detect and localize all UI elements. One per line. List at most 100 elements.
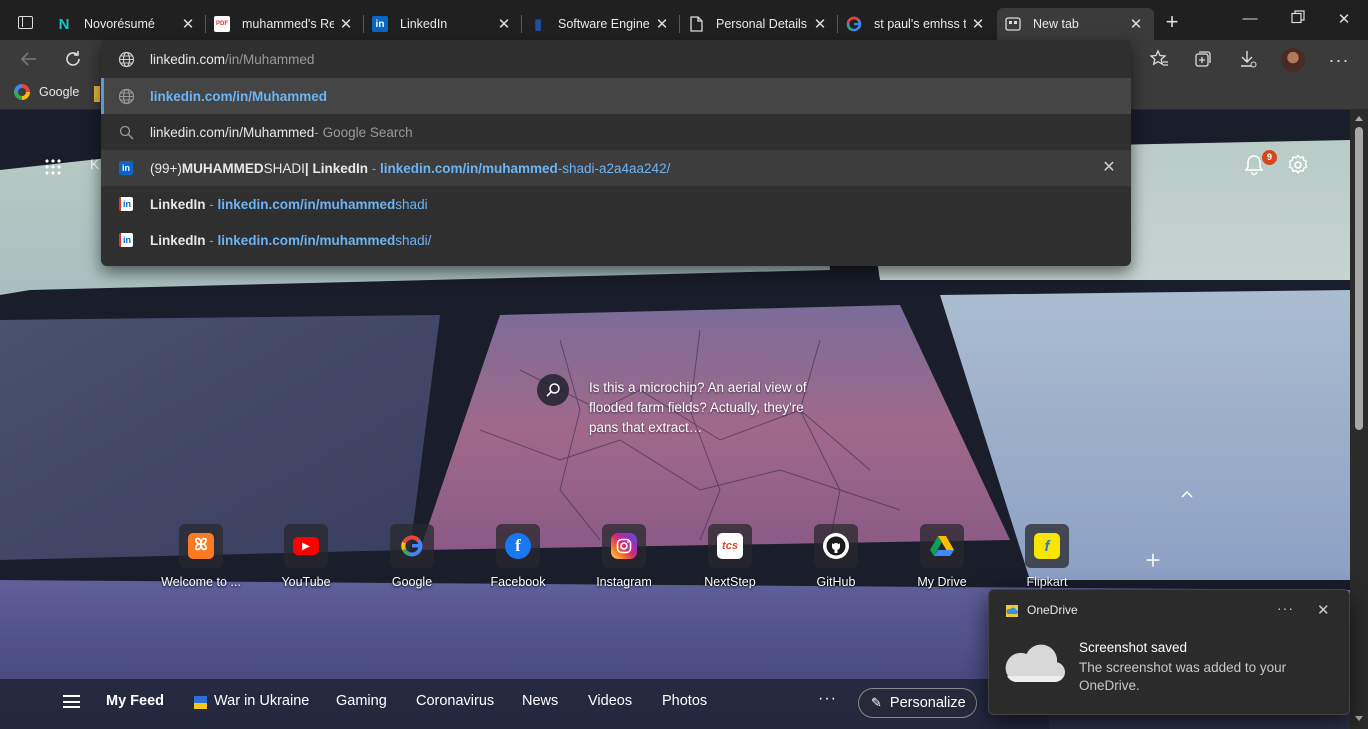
downloads-icon[interactable]	[1237, 49, 1259, 71]
quick-link-google[interactable]: Google	[364, 524, 460, 589]
quick-link-label: Welcome to ...	[161, 575, 241, 589]
tab-actions-icon	[18, 16, 33, 29]
notifications-bell-icon[interactable]	[1244, 154, 1264, 176]
suggestion-linkedin-profile[interactable]: in (99+) MUHAMMED SHADI | LinkedIn - lin…	[101, 150, 1131, 186]
suggestion-linkedin-shadi-slash[interactable]: in LinkedIn - linkedin.com/in/muhammed sh…	[101, 222, 1131, 258]
suggestion-search[interactable]: linkedin.com/in/Muhammed - Google Search	[101, 114, 1131, 150]
profile-avatar[interactable]	[1281, 48, 1305, 72]
chevron-up-icon[interactable]	[1179, 486, 1195, 502]
feed-tab-gaming[interactable]: Gaming	[336, 693, 387, 709]
quick-link-label: Google	[391, 575, 433, 589]
tab-software-engineer[interactable]: ▮ Software Enginee ✕	[522, 8, 680, 40]
google-icon	[14, 84, 30, 100]
tab-resume-pdf[interactable]: PDF muhammed's Re ✕	[206, 8, 364, 40]
feed-menu-icon[interactable]	[63, 695, 80, 708]
tab-st-pauls[interactable]: st paul's emhss tl ✕	[838, 8, 996, 40]
google-icon	[399, 533, 425, 559]
image-description[interactable]: Is this a microchip? An aerial view of f…	[589, 378, 829, 438]
feed-tab-photos[interactable]: Photos	[662, 693, 707, 709]
close-tab-icon[interactable]: ✕	[1128, 15, 1144, 33]
close-tab-icon[interactable]: ✕	[970, 15, 986, 33]
close-tab-icon[interactable]: ✕	[180, 15, 196, 33]
collections-icon[interactable]	[1192, 49, 1214, 71]
feed-tab-my-feed[interactable]: My Feed	[106, 693, 164, 709]
address-text: linkedin.com	[150, 51, 226, 67]
close-tab-icon[interactable]: ✕	[654, 15, 670, 33]
feed-tab-videos[interactable]: Videos	[588, 693, 632, 709]
feed-more-icon[interactable]: ···	[818, 690, 837, 708]
pencil-icon: ✎	[871, 695, 882, 710]
facebook-icon: f	[505, 533, 531, 559]
globe-icon	[117, 50, 135, 68]
back-icon[interactable]	[18, 49, 40, 71]
toast-more-icon[interactable]: ···	[1277, 600, 1294, 616]
tab-title: Novorésumé	[84, 17, 155, 31]
personalize-label: Personalize	[889, 695, 966, 711]
instagram-icon	[611, 533, 637, 559]
suggestion-url[interactable]: linkedin.com/in/Muhammed	[101, 78, 1131, 114]
suggestion-text: linkedin.com/in/Muhammed	[150, 124, 315, 140]
tab-new-tab[interactable]: New tab ✕	[997, 8, 1154, 40]
add-site-icon[interactable]: +	[1141, 547, 1165, 573]
personalize-button[interactable]: ✎ Personalize	[858, 688, 977, 718]
remove-suggestion-icon[interactable]: ✕	[1101, 160, 1117, 176]
linkedin-icon: in	[117, 231, 135, 249]
image-info-button[interactable]	[537, 374, 569, 406]
new-tab-button[interactable]: +	[1162, 11, 1182, 33]
feed-tab-war-in-ukraine[interactable]: War in Ukraine	[214, 693, 309, 709]
address-bar-input[interactable]: linkedin.com/in/Muhammed	[101, 41, 1131, 77]
ukraine-flag-icon	[194, 696, 207, 709]
xampp-icon: ꕤ	[188, 533, 214, 559]
quick-link-my-drive[interactable]: My Drive	[894, 524, 990, 589]
quick-link-youtube[interactable]: ▶ YouTube	[258, 524, 354, 589]
suggestion-linkedin-shadi[interactable]: in LinkedIn - linkedin.com/in/muhammed sh…	[101, 186, 1131, 222]
scroll-down-icon[interactable]	[1355, 716, 1363, 721]
tab-linkedin[interactable]: in LinkedIn ✕	[364, 8, 522, 40]
close-tab-icon[interactable]: ✕	[812, 15, 828, 33]
favorites-icon[interactable]	[1148, 49, 1170, 71]
toast-close-icon[interactable]: ✕	[1317, 601, 1330, 619]
scroll-up-icon[interactable]	[1355, 116, 1363, 121]
tab-title: Software Enginee	[558, 17, 650, 31]
scroll-thumb[interactable]	[1355, 127, 1363, 430]
quick-link-facebook[interactable]: f Facebook	[470, 524, 566, 589]
linkedin-icon: in	[372, 16, 388, 32]
more-menu-icon[interactable]: ···	[1328, 49, 1350, 71]
onedrive-small-icon	[1006, 605, 1018, 617]
youtube-icon: ▶	[293, 537, 319, 555]
close-window-icon[interactable]: ✕	[1334, 10, 1354, 30]
feed-tab-coronavirus[interactable]: Coronavirus	[416, 693, 494, 709]
minimize-icon[interactable]: —	[1240, 10, 1260, 30]
feed-tab-news[interactable]: News	[522, 693, 558, 709]
tab-personal-details[interactable]: Personal Details ✕	[680, 8, 838, 40]
quick-link-label: Instagram	[596, 575, 652, 589]
folder-icon[interactable]	[94, 86, 100, 102]
app-launcher-icon[interactable]	[44, 158, 62, 176]
toast-message: The screenshot was added to your OneDriv…	[1079, 660, 1287, 693]
onedrive-notification[interactable]: OneDrive ··· ✕ Screenshot saved The scre…	[988, 589, 1350, 715]
tab-novoresume[interactable]: N Novorésumé ✕	[48, 8, 206, 40]
novoresume-icon: N	[58, 15, 70, 33]
quick-link-nextstep[interactable]: tcs NextStep	[682, 524, 778, 589]
notification-badge: 9	[1262, 150, 1277, 165]
page-icon	[688, 16, 704, 32]
tab-title: muhammed's Re	[242, 17, 334, 31]
tab-title: st paul's emhss tl	[874, 17, 966, 31]
quick-link-label: Flipkart	[1026, 575, 1068, 589]
pdf-icon: PDF	[214, 16, 230, 32]
quick-link-github[interactable]: GitHub	[788, 524, 884, 589]
quick-link-xampp[interactable]: ꕤ Welcome to ...	[153, 524, 249, 589]
restore-icon[interactable]	[1288, 10, 1308, 30]
page-scrollbar[interactable]	[1350, 110, 1368, 729]
quick-link-flipkart[interactable]: f Flipkart	[999, 524, 1095, 589]
refresh-icon[interactable]	[62, 49, 84, 71]
quick-link-instagram[interactable]: Instagram	[576, 524, 672, 589]
quick-link-label: GitHub	[816, 575, 856, 589]
bookmark-google[interactable]: Google	[14, 84, 79, 100]
page-settings-icon[interactable]	[1287, 154, 1309, 176]
drive-icon	[929, 533, 955, 559]
tab-actions-button[interactable]	[10, 10, 40, 36]
close-tab-icon[interactable]: ✕	[496, 15, 512, 33]
close-tab-icon[interactable]: ✕	[338, 15, 354, 33]
quick-link-label: NextStep	[704, 575, 756, 589]
